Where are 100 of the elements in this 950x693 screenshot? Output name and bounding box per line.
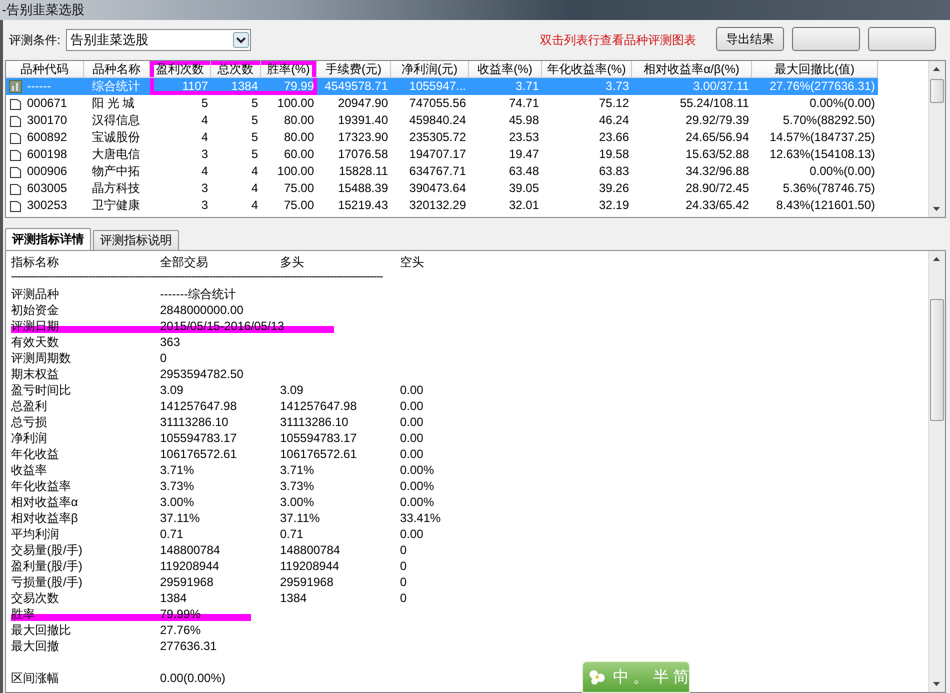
table-cell-text: 卫宁健康 (91, 197, 141, 214)
table-cell-text: 4 (250, 180, 259, 197)
table-cell-text: 23.53 (508, 129, 540, 146)
metric-value: 31113286.10 (160, 414, 230, 430)
metric-value: 0 (400, 558, 407, 574)
table-cell-text: 24.65/56.94 (684, 129, 750, 146)
metric-value: 3.00% (280, 494, 316, 510)
condition-dropdown[interactable]: 告别韭菜选股 (66, 29, 252, 51)
table-cell-text: 8.43%(121601.50) (775, 197, 876, 214)
table-cell-text: 物产中拓 (91, 163, 141, 180)
metric-value: -------综合统计 (160, 286, 237, 302)
table-row[interactable]: 603005 晶方科技 3 4 75.00 15488.39 390473.64 39.05 39.26 28.90/72.45 5.36%(78746.75) (6, 180, 878, 197)
metric-value: 0.00 (400, 526, 424, 542)
table-cell-text: 000671 (26, 95, 68, 112)
table-cell-text: 600198 (26, 146, 68, 163)
table-cell-text: 4 (250, 197, 259, 214)
table-cell-text: 20947.90 (336, 95, 389, 112)
table-row[interactable]: 300253 卫宁健康 3 4 75.00 15219.43 320132.29 32.01 32.19 24.33/65.42 8.43%(121601.50) (6, 197, 878, 214)
scroll-thumb[interactable] (930, 79, 944, 103)
metric-value: 119208944 (280, 558, 340, 574)
column-header[interactable]: 年化收益率(%) (542, 61, 632, 78)
column-header: 全部交易 (160, 254, 209, 270)
table-cell-text: 17076.58 (336, 146, 389, 163)
tab[interactable]: 评测指标说明 (93, 230, 179, 250)
metric-value: 148800784 (280, 542, 342, 558)
metric-value: 148800784 (160, 542, 222, 558)
table-cell-text: 63.48 (508, 163, 540, 180)
metric-value: 0.00 (400, 446, 424, 462)
table-cell-text: 4 (200, 163, 209, 180)
metric-value: 3.71% (160, 462, 196, 478)
metric-value: 1384 (280, 590, 308, 606)
table-row[interactable]: 600892 宝诚股份 4 5 80.00 17323.90 235305.72 23.53 23.66 24.65/56.94 14.57%(184737.25) (6, 129, 878, 146)
table-cell-text: 3 (200, 146, 209, 163)
table-cell-text: 0.00%(0.00) (808, 95, 876, 112)
table-row[interactable]: 000906 物产中拓 4 4 100.00 15828.11 634767.71 63.48 63.83 34.32/96.88 0.00%(0.00) (6, 163, 878, 180)
metric-name: 评测品种 (11, 286, 60, 302)
table-cell-text: 12.63%(154108.13) (768, 146, 876, 163)
scroll-thumb[interactable] (930, 299, 944, 422)
table-cell-text: 1055947... (408, 78, 467, 95)
table-cell-text: 3.73 (604, 78, 630, 95)
table-cell: 1107 (150, 78, 211, 95)
table-cell-text: 24.33/65.42 (684, 197, 750, 214)
column-header: 空头 (400, 254, 425, 270)
table-cell-text: 4 (200, 129, 209, 146)
table-cell-text: 320132.29 (408, 197, 467, 214)
column-header[interactable]: 手续费(元) (317, 61, 391, 78)
export-button[interactable]: 导出结果 (716, 27, 784, 51)
metric-value: 27.76% (160, 622, 202, 638)
window-button[interactable] (868, 27, 936, 51)
metric-name: 盈利量(股/手) (11, 558, 84, 574)
metric-value: 0.71 (160, 526, 184, 542)
metric-value: 0.00% (400, 478, 434, 494)
table-cell-text: 45.98 (508, 112, 540, 129)
column-header[interactable]: 最大回撤比(值) (752, 61, 878, 78)
metric-value: 3.00% (160, 494, 196, 510)
table-cell-text: 39.26 (598, 180, 630, 197)
table-cell-text: 3 (200, 197, 209, 214)
metric-value: 3.71% (280, 462, 316, 478)
column-header[interactable]: 总次数 (211, 61, 261, 78)
column-header: 指标名称 (11, 254, 60, 270)
table-row[interactable]: 600198 大唐电信 3 5 60.00 17076.58 194707.17 19.47 19.58 15.63/52.88 12.63%(154108.13) (6, 146, 878, 163)
table-cell-text: 3.00/37.11 (692, 78, 750, 95)
table-cell-text: 100.00 (276, 163, 315, 180)
table-cell-text: 4 (200, 112, 209, 129)
table-row[interactable]: 300170 汉得信息 4 5 80.00 19391.40 459840.24 45.98 46.24 29.92/79.39 5.70%(88292.50) (6, 112, 878, 129)
tab[interactable]: 评测指标详情 (5, 228, 91, 250)
column-header[interactable]: 净利润(元) (391, 61, 469, 78)
column-header[interactable]: 盈利次数 (150, 61, 211, 78)
column-header[interactable]: 胜率(%) (261, 61, 317, 78)
column-header[interactable]: 相对收益率α/β(%) (632, 61, 752, 78)
table-cell-text: 19391.40 (336, 112, 389, 129)
metric-value: 0 (400, 542, 407, 558)
column-header[interactable]: 品种名称 (84, 61, 150, 78)
column-header[interactable]: 收益率(%) (469, 61, 542, 78)
metric-value: 1384 (160, 590, 188, 606)
metric-name: 初始资金 (11, 302, 60, 318)
table-cell-text: 390473.64 (408, 180, 467, 197)
table-cell-text: 80.00 (282, 112, 315, 129)
metric-value: 0.00 (400, 430, 424, 446)
metric-value: 29591968 (280, 574, 334, 590)
metric-name: 平均利润 (11, 526, 60, 542)
metric-name: 总亏损 (11, 414, 48, 430)
table-cell-text: 19.47 (508, 146, 540, 163)
table-cell-text: 39.05 (508, 180, 540, 197)
metric-value: 141257647.98 (280, 398, 358, 414)
window-button[interactable] (792, 27, 860, 51)
document-icon (9, 182, 22, 195)
table-cell-text: 汉得信息 (91, 112, 141, 129)
table-cell: 1384 (211, 78, 261, 95)
metric-value: 2953594782.50 (160, 366, 244, 382)
table-cell-text: 300253 (26, 197, 68, 214)
metric-value: 0.00% (400, 494, 434, 510)
table-cell-text: 5.36%(78746.75) (782, 180, 876, 197)
table-row[interactable]: 000671 阳 光 城 5 5 100.00 20947.90 747055.56 74.71 75.12 55.24/108.11 0.00%(0.00) (6, 95, 878, 112)
column-header[interactable]: 品种代码 (6, 61, 84, 78)
metric-name: 盈亏时间比 (11, 382, 72, 398)
metric-value: 0 (400, 574, 407, 590)
metric-value: 106176572.61 (160, 446, 238, 462)
table-cell-text: 4 (250, 163, 259, 180)
metric-value: 3.73% (160, 478, 196, 494)
